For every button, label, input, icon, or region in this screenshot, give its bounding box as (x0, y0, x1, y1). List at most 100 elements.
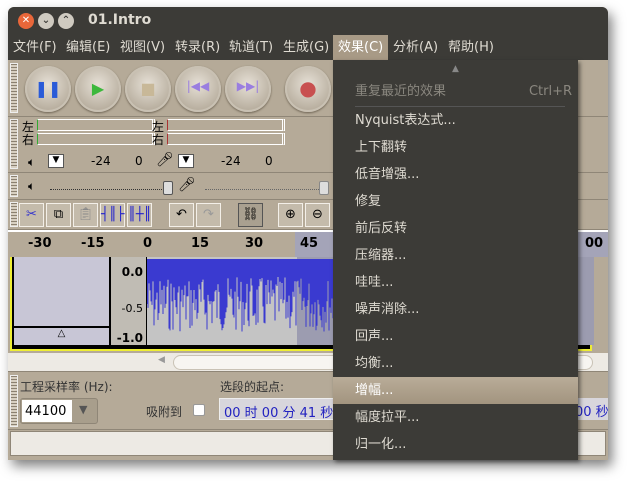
ruler-label: 15 (191, 236, 210, 251)
vertical-scale: 0.0 -0.5 -1.0 (111, 257, 146, 345)
cut-button[interactable]: ✂ (19, 203, 44, 227)
menu-item[interactable]: 归一化... (333, 431, 578, 458)
record-meter-left (167, 119, 285, 131)
minimize-button[interactable]: ⌄ (38, 13, 54, 29)
link-icon: ⛓ (242, 207, 259, 222)
snap-to-checkbox[interactable] (193, 404, 205, 416)
redo-icon: ↷ (203, 207, 214, 222)
zoom-out-button[interactable]: ⊖ (305, 203, 330, 227)
zoom-in-button[interactable]: ⊕ (278, 203, 303, 227)
scale-label: 0.0 (121, 265, 143, 279)
copy-icon: ⧉ (53, 207, 64, 222)
maximize-button[interactable]: ⌃ (58, 13, 74, 29)
menu-bar: 文件(F) 编辑(E) 视图(V) 转录(R) 轨道(T) 生成(G) 效果(C… (8, 35, 608, 60)
menu-file[interactable]: 文件(F) (8, 35, 62, 60)
playback-volume-slider[interactable] (50, 189, 168, 190)
ruler-label: 00 (585, 236, 604, 251)
record-volume-slider[interactable] (205, 189, 323, 190)
record-meter-dropdown[interactable]: ▼ (178, 154, 194, 168)
meter-tick: -24 (91, 154, 111, 168)
playback-meter-right (37, 133, 155, 145)
project-rate-value[interactable]: 44100 (22, 400, 72, 422)
ruler-label: 45 (300, 236, 319, 251)
menu-item[interactable]: 幅度拉平... (333, 404, 578, 431)
zoom-out-icon: ⊖ (312, 207, 323, 222)
microphone-icon: 🎤︎ (156, 152, 174, 168)
skip-start-icon: |◀◀ (186, 79, 210, 93)
slider-thumb[interactable] (163, 181, 173, 195)
pause-icon: ❚❚ (34, 79, 62, 98)
menu-edit[interactable]: 编辑(E) (61, 35, 115, 60)
sync-lock-button[interactable]: ⛓ (238, 203, 263, 227)
scroll-left-icon[interactable]: ◀ (158, 355, 165, 365)
skip-end-button[interactable]: ▶▶| (225, 66, 271, 112)
selection-start-label: 选段的起点: (220, 380, 285, 394)
undo-icon: ↶ (176, 207, 187, 222)
ruler-label: 0 (143, 236, 153, 251)
meter-right-label: 右 (152, 133, 165, 147)
scissors-icon: ✂ (26, 207, 37, 222)
trim-button[interactable]: ┤║├ (100, 203, 125, 227)
menu-item[interactable]: 修复 (333, 188, 578, 215)
snap-to-label: 吸附到 (146, 405, 183, 419)
collapse-track-button[interactable]: △ (14, 328, 109, 345)
scroll-up-icon[interactable]: ▲ (333, 60, 578, 78)
redo-button[interactable]: ↷ (196, 203, 221, 227)
toolbar-grip[interactable] (10, 63, 18, 113)
project-rate-dropdown[interactable]: 44100 ▼ (20, 398, 98, 424)
playback-meter-dropdown[interactable]: ▼ (48, 154, 64, 168)
stop-button[interactable]: ■ (125, 66, 171, 112)
skip-start-button[interactable]: |◀◀ (175, 66, 221, 112)
menu-item[interactable]: 哇哇... (333, 269, 578, 296)
menu-analyze[interactable]: 分析(A) (388, 35, 443, 60)
toolbar-grip[interactable] (10, 119, 18, 169)
ruler-label: -30 (28, 236, 52, 251)
menu-generate[interactable]: 生成(G) (278, 35, 334, 60)
selection-end-field[interactable]: 00 秒 (573, 398, 608, 420)
menu-item[interactable]: 增幅... (333, 377, 578, 404)
record-button[interactable]: ● (285, 66, 331, 112)
menu-tracks[interactable]: 轨道(T) (224, 35, 278, 60)
menu-item[interactable]: 上下翻转 (333, 134, 578, 161)
menu-item[interactable]: 回声... (333, 323, 578, 350)
menu-item[interactable]: 噪声消除... (333, 296, 578, 323)
play-icon: ▶ (91, 79, 105, 98)
close-button[interactable]: ✕ (18, 13, 34, 29)
toolbar-grip[interactable] (10, 202, 18, 227)
menu-help[interactable]: 帮助(H) (443, 35, 499, 60)
menu-item[interactable]: 低音增强... (333, 161, 578, 188)
scale-label: -1.0 (116, 331, 143, 345)
chevron-down-icon: ▼ (79, 403, 88, 416)
title-bar: ✕ ⌄ ⌃ 01.Intro (8, 7, 608, 35)
speaker-icon: 🔈︎ (28, 155, 36, 169)
menu-item[interactable]: Nyquist表达式... (333, 107, 578, 134)
trim-icon: ┤║├ (101, 207, 125, 222)
silence-button[interactable]: ║┼║ (127, 203, 152, 227)
selection-start-field[interactable]: 00 时 00 分 41 秒 (219, 398, 339, 420)
toolbar-grip[interactable] (10, 375, 18, 427)
menu-view[interactable]: 视图(V) (115, 35, 170, 60)
toolbar-grip[interactable] (10, 175, 18, 197)
meter-tick: 0 (135, 154, 143, 168)
zoom-in-icon: ⊕ (285, 207, 296, 222)
record-meter-right (167, 133, 285, 145)
menu-item[interactable]: 压缩器... (333, 242, 578, 269)
play-button[interactable]: ▶ (75, 66, 121, 112)
project-rate-label: 工程采样率 (Hz): (20, 380, 113, 394)
ruler-label: -15 (81, 236, 105, 251)
pause-button[interactable]: ❚❚ (25, 66, 71, 112)
undo-button[interactable]: ↶ (169, 203, 194, 227)
menu-transcribe[interactable]: 转录(R) (170, 35, 225, 60)
slider-thumb[interactable] (319, 181, 329, 195)
skip-end-icon: ▶▶| (236, 79, 260, 93)
menu-effect[interactable]: 效果(C) (333, 35, 389, 60)
stop-icon: ■ (140, 79, 156, 98)
track-control-panel[interactable] (14, 257, 109, 326)
microphone-icon: 🎤︎ (178, 177, 196, 193)
paste-button[interactable]: 📋︎ (73, 203, 98, 227)
copy-button[interactable]: ⧉ (46, 203, 71, 227)
menu-item[interactable]: 均衡... (333, 350, 578, 377)
meter-tick: -24 (221, 154, 241, 168)
menu-item[interactable]: 前后反转 (333, 215, 578, 242)
silence-icon: ║┼║ (128, 207, 152, 222)
